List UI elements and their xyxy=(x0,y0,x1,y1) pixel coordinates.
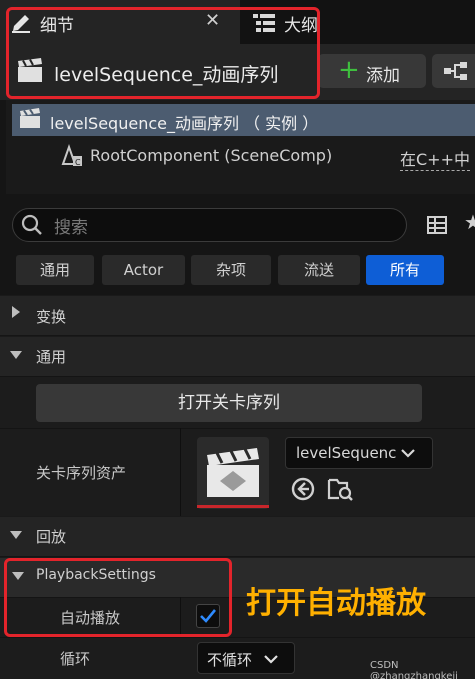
scene-component-icon: C xyxy=(61,144,82,167)
asset-value: levelSequence xyxy=(296,444,396,462)
annotation-text: 打开自动播放 xyxy=(246,586,426,621)
section-general-label: 通用 xyxy=(36,348,67,366)
chevron-down-icon xyxy=(401,449,415,458)
chevron-down-icon xyxy=(264,655,278,664)
chevron-down-icon xyxy=(10,351,22,359)
asset-label: 关卡序列资产 xyxy=(36,464,127,482)
chevron-right-icon xyxy=(12,306,20,318)
filter-streaming[interactable]: 流送 xyxy=(278,255,360,285)
tree-child-note[interactable]: 在C++中 xyxy=(400,146,470,171)
hierarchy-icon xyxy=(444,62,467,80)
section-playback-label: 回放 xyxy=(36,528,67,546)
highlight-box-header xyxy=(6,7,320,99)
section-general[interactable] xyxy=(0,336,475,376)
loop-value: 不循环 xyxy=(207,651,253,669)
filter-general[interactable]: 通用 xyxy=(16,255,94,285)
level-sequence-icon xyxy=(20,108,40,128)
tree-root-label: levelSequence_动画序列 （ 实例 ） xyxy=(50,114,319,133)
clapperboard-icon xyxy=(207,448,259,497)
add-button-label: 添加 xyxy=(366,66,400,86)
watermark: CSDN @zhangzhangkeji xyxy=(370,660,458,679)
filter-all[interactable]: 所有 xyxy=(366,255,444,285)
row-divider xyxy=(180,428,181,516)
svg-text:C: C xyxy=(75,158,81,167)
section-transform-label: 变换 xyxy=(36,308,67,326)
loop-label: 循环 xyxy=(60,650,91,668)
open-level-sequence-button[interactable]: 打开关卡序列 xyxy=(36,384,422,422)
browse-asset-icon[interactable] xyxy=(326,476,354,502)
table-view-icon[interactable] xyxy=(426,214,448,236)
asset-type-underline xyxy=(197,505,269,508)
tree-child-label: RootComponent (SceneComp) xyxy=(90,146,333,165)
chevron-down-icon xyxy=(10,531,22,539)
use-selected-icon[interactable] xyxy=(290,476,316,502)
search-icon xyxy=(21,214,42,235)
plus-icon: + xyxy=(338,55,360,85)
filter-actor[interactable]: Actor xyxy=(102,255,185,285)
section-transform[interactable] xyxy=(0,295,475,335)
highlight-box-autoplay xyxy=(4,558,232,637)
filter-misc[interactable]: 杂项 xyxy=(191,255,271,285)
search-placeholder: 搜索 xyxy=(54,218,88,238)
section-playback[interactable] xyxy=(0,516,475,556)
star-icon[interactable]: ★ xyxy=(464,210,475,234)
